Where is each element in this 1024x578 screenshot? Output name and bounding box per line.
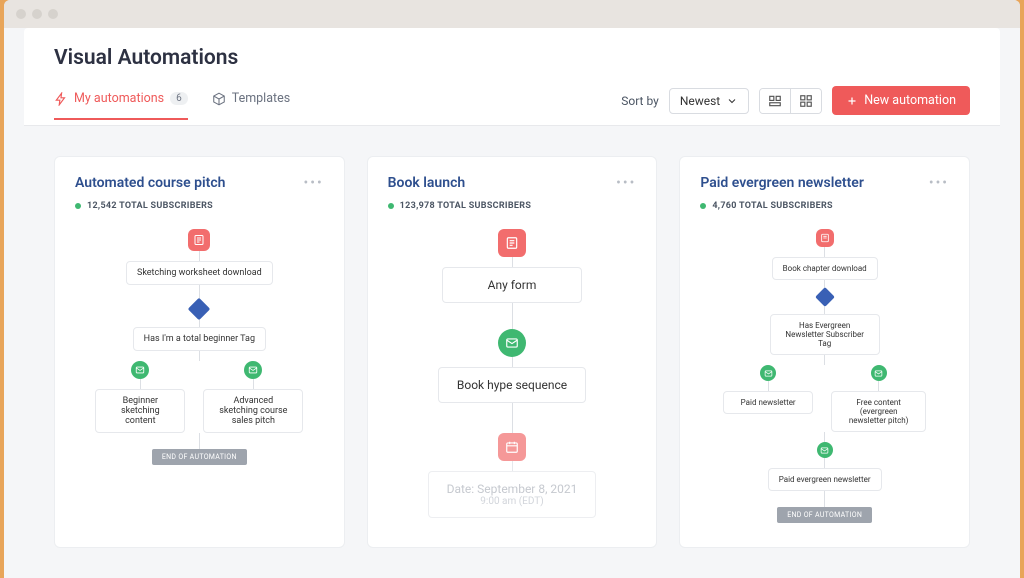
email-icon [817,442,833,458]
flow-node: Advanced sketching course sales pitch [203,389,303,433]
spark-icon [54,92,68,106]
card-title: Book launch [388,175,466,191]
diamond-icon [188,298,211,321]
date-label: Date: September 8, 2021 [447,482,578,496]
toolbar-right: Sort by Newest New automation [621,86,970,125]
card-title: Automated course pitch [75,175,225,191]
new-automation-button[interactable]: New automation [832,86,970,115]
flow-node: Beginner sketching content [95,389,185,433]
flow-node: Paid evergreen newsletter [768,468,882,491]
diamond-icon [815,287,835,307]
flow-node: Book chapter download [772,257,878,280]
flow-node: Has Evergreen Newsletter Subscriber Tag [770,314,880,355]
window-max-dot[interactable] [48,9,58,19]
flow-node: Any form [442,267,582,303]
flow-end: END OF AUTOMATION [152,449,247,465]
card-more-button[interactable]: ••• [929,175,949,191]
page-header: Visual Automations [24,28,1000,70]
tab-templates[interactable]: Templates [212,91,290,120]
sort-value: Newest [680,94,720,108]
subscribers-text: 4,760 TOTAL SUBSCRIBERS [712,201,833,211]
form-icon [188,229,210,251]
subscribers-text: 123,978 TOTAL SUBSCRIBERS [400,201,531,211]
tabs: My automations 6 Templates [54,91,290,120]
tab-my-automations[interactable]: My automations 6 [54,91,188,120]
flow-node: Has I'm a total beginner Tag [133,327,266,351]
subscribers-text: 12,542 TOTAL SUBSCRIBERS [87,201,213,211]
chevron-down-icon [726,95,738,107]
window-close-dot[interactable] [16,9,26,19]
tab-label: Templates [232,91,290,106]
flow-node: Paid newsletter [723,391,813,414]
email-icon [498,329,526,357]
flow-end: END OF AUTOMATION [777,507,872,523]
cards-row: Automated course pitch ••• 12,542 TOTAL … [24,126,1000,578]
sort-label: Sort by [621,94,659,108]
email-icon [244,361,262,379]
grid-icon [799,94,813,108]
status-dot-active [388,203,394,209]
email-icon [760,365,776,381]
card-title: Paid evergreen newsletter [700,175,864,191]
status-dot-active [700,203,706,209]
card-head: Book launch ••• [388,175,637,191]
flow-preview: Any form Book hype sequence Da [388,211,637,529]
form-icon [498,229,526,257]
flow-node-date: Date: September 8, 2021 9:00 am (EDT) [428,471,597,518]
list-icon [768,94,782,108]
flow-node: Book hype sequence [438,367,586,403]
automation-card[interactable]: Book launch ••• 123,978 TOTAL SUBSCRIBER… [367,156,658,548]
status-dot-active [75,203,81,209]
plus-icon [846,95,858,107]
titlebar [4,0,1020,28]
card-more-button[interactable]: ••• [304,175,324,191]
page-title: Visual Automations [54,46,970,70]
flow-branch: Paid newsletter Free content (evergreen … [723,365,926,432]
button-label: New automation [864,93,956,108]
box-icon [212,92,226,106]
flow-node: Sketching worksheet download [126,261,273,285]
flow-node: Free content (evergreen newsletter pitch… [831,391,926,432]
view-toggle [759,88,822,114]
tab-label: My automations [74,91,164,106]
view-list-button[interactable] [760,89,790,113]
card-head: Automated course pitch ••• [75,175,324,191]
view-grid-button[interactable] [790,89,821,113]
automation-card[interactable]: Paid evergreen newsletter ••• 4,760 TOTA… [679,156,970,548]
card-more-button[interactable]: ••• [616,175,636,191]
flow-preview: Sketching worksheet download Has I'm a t… [75,211,324,529]
email-icon [871,365,887,381]
date-time: 9:00 am (EDT) [447,496,578,507]
tab-count-badge: 6 [170,92,188,105]
card-head: Paid evergreen newsletter ••• [700,175,949,191]
window-min-dot[interactable] [32,9,42,19]
card-subscribers: 4,760 TOTAL SUBSCRIBERS [700,201,949,211]
email-icon [131,361,149,379]
calendar-icon [498,433,526,461]
flow-branch: Beginner sketching content Advanced sket… [95,361,303,433]
flow-preview: Book chapter download Has Evergreen News… [700,211,949,529]
automation-card[interactable]: Automated course pitch ••• 12,542 TOTAL … [54,156,345,548]
tabs-row: My automations 6 Templates Sort by Newes… [24,70,1000,126]
content-frame: Visual Automations My automations 6 Temp… [24,28,1000,578]
card-subscribers: 123,978 TOTAL SUBSCRIBERS [388,201,637,211]
form-icon [816,229,834,247]
app-window: Visual Automations My automations 6 Temp… [4,0,1020,578]
card-subscribers: 12,542 TOTAL SUBSCRIBERS [75,201,324,211]
sort-dropdown[interactable]: Newest [669,88,749,114]
